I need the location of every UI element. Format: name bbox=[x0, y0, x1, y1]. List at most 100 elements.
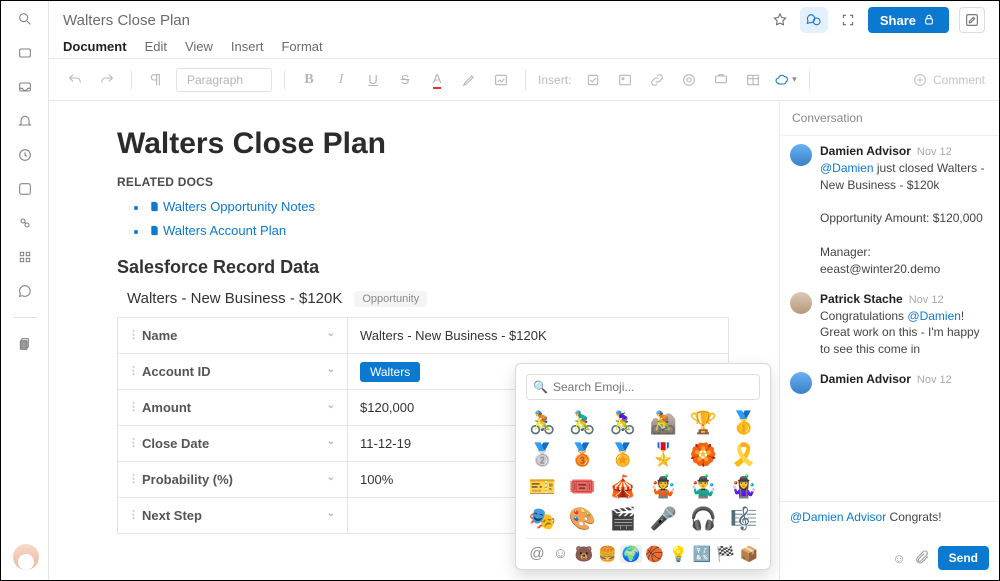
emoji-category-tab[interactable]: @ bbox=[526, 545, 548, 563]
user-avatar[interactable] bbox=[13, 544, 39, 570]
emoji-search-input[interactable] bbox=[526, 374, 760, 400]
conversation-messages: Damien AdvisorNov 12 @Damien just closed… bbox=[780, 136, 999, 501]
emoji-category-tab[interactable]: 🏁 bbox=[714, 545, 736, 563]
emoji-option[interactable]: 🎧 bbox=[689, 508, 717, 530]
menu-edit[interactable]: Edit bbox=[145, 39, 167, 54]
star-icon[interactable] bbox=[770, 10, 790, 30]
emoji-option[interactable]: 🚴 bbox=[528, 412, 556, 434]
salesforce-cloud-button[interactable]: ▾ bbox=[773, 68, 797, 92]
avatar bbox=[790, 144, 812, 166]
emoji-option[interactable]: 🏆 bbox=[689, 412, 717, 434]
table-key-cell: Close Date⌄ bbox=[118, 426, 348, 462]
salesforce-data-heading: Salesforce Record Data bbox=[117, 257, 729, 278]
emoji-category-tab[interactable]: 🐻 bbox=[573, 545, 595, 563]
insert-checkbox-button[interactable] bbox=[581, 68, 605, 92]
table-key-cell: Account ID⌄ bbox=[118, 354, 348, 390]
menu-format[interactable]: Format bbox=[281, 39, 322, 54]
image-button[interactable] bbox=[489, 68, 513, 92]
insert-table-button[interactable] bbox=[741, 68, 765, 92]
emoji-option[interactable]: 🎬 bbox=[609, 508, 637, 530]
related-doc-link[interactable]: Walters Account Plan bbox=[149, 223, 286, 238]
emoji-option[interactable]: 🎭 bbox=[528, 508, 556, 530]
emoji-option[interactable]: 🎟️ bbox=[568, 476, 596, 498]
message-author: Damien Advisor bbox=[820, 144, 911, 158]
task-icon[interactable] bbox=[15, 179, 35, 199]
docs-stack-icon[interactable] bbox=[15, 334, 35, 354]
search-icon[interactable] bbox=[15, 9, 35, 29]
menu-insert[interactable]: Insert bbox=[231, 39, 264, 54]
emoji-icon[interactable]: ☺ bbox=[892, 551, 905, 566]
conversation-message: Damien AdvisorNov 12 @Damien just closed… bbox=[790, 144, 989, 278]
message-text: @Damien just closed Walters - New Busine… bbox=[820, 160, 989, 278]
emoji-option[interactable]: 🎗️ bbox=[730, 444, 758, 466]
expand-icon[interactable] bbox=[838, 10, 858, 30]
emoji-category-tab[interactable]: 💡 bbox=[667, 545, 689, 563]
send-button[interactable]: Send bbox=[938, 546, 989, 570]
insert-image-button[interactable] bbox=[613, 68, 637, 92]
share-button[interactable]: Share bbox=[868, 7, 949, 33]
attachment-icon[interactable] bbox=[914, 549, 930, 568]
insert-link-button[interactable] bbox=[645, 68, 669, 92]
emoji-option[interactable]: 🎨 bbox=[568, 508, 596, 530]
table-value-cell[interactable]: Walters - New Business - $120K bbox=[348, 318, 729, 354]
chat-icon[interactable] bbox=[15, 281, 35, 301]
emoji-category-tab[interactable]: 🌍 bbox=[620, 545, 642, 563]
underline-button[interactable]: U bbox=[361, 68, 385, 92]
apps-icon[interactable] bbox=[15, 247, 35, 267]
emoji-option[interactable]: 🚴‍♀️ bbox=[609, 412, 637, 434]
emoji-category-tab[interactable]: 🍔 bbox=[597, 545, 619, 563]
avatar bbox=[790, 372, 812, 394]
undo-button[interactable] bbox=[63, 68, 87, 92]
emoji-option[interactable]: 🥇 bbox=[730, 412, 758, 434]
related-docs-label: RELATED DOCS bbox=[117, 175, 729, 189]
insert-mention-button[interactable] bbox=[677, 68, 701, 92]
emoji-option[interactable]: 🤹‍♀️ bbox=[730, 476, 758, 498]
italic-button[interactable]: I bbox=[329, 68, 353, 92]
emoji-option[interactable]: 🚴‍♂️ bbox=[568, 412, 596, 434]
insert-slide-button[interactable] bbox=[709, 68, 733, 92]
emoji-option[interactable]: 🎫 bbox=[528, 476, 556, 498]
table-key-cell: Name⌄ bbox=[118, 318, 348, 354]
related-doc-link[interactable]: Walters Opportunity Notes bbox=[149, 199, 315, 214]
emoji-option[interactable]: 🎖️ bbox=[649, 444, 677, 466]
bold-button[interactable]: B bbox=[297, 68, 321, 92]
redo-button[interactable] bbox=[95, 68, 119, 92]
inbox-icon[interactable] bbox=[15, 43, 35, 63]
emoji-option[interactable]: 🥈 bbox=[528, 444, 556, 466]
compose-input[interactable]: @Damien Advisor Congrats! bbox=[790, 510, 989, 540]
menu-document[interactable]: Document bbox=[63, 39, 127, 54]
text-color-button[interactable]: A bbox=[425, 68, 449, 92]
table-row: Name⌄Walters - New Business - $120K bbox=[118, 318, 729, 354]
strike-button[interactable]: S bbox=[393, 68, 417, 92]
compose-area: @Damien Advisor Congrats! ☺ Send bbox=[780, 501, 999, 580]
emoji-category-tab[interactable]: 📦 bbox=[738, 545, 760, 563]
emoji-option[interactable]: 🎼 bbox=[730, 508, 758, 530]
bell-icon[interactable] bbox=[15, 111, 35, 131]
table-key-cell: Amount⌄ bbox=[118, 390, 348, 426]
emoji-category-tab[interactable]: 🏀 bbox=[644, 545, 666, 563]
conversation-panel: Conversation Damien AdvisorNov 12 @Damie… bbox=[779, 101, 999, 580]
emoji-option[interactable]: 🏵️ bbox=[689, 444, 717, 466]
paragraph-style-select[interactable]: Paragraph bbox=[176, 68, 272, 92]
message-text: Congratulations @Damien! Great work on t… bbox=[820, 308, 989, 358]
emoji-option[interactable]: 🏅 bbox=[609, 444, 637, 466]
paragraph-icon[interactable] bbox=[144, 68, 168, 92]
emoji-option[interactable]: 🚵 bbox=[649, 412, 677, 434]
emoji-option[interactable]: 🎪 bbox=[609, 476, 637, 498]
emoji-category-tab[interactable]: 🔣 bbox=[691, 545, 713, 563]
compose-icon[interactable] bbox=[959, 7, 985, 33]
highlight-button[interactable] bbox=[457, 68, 481, 92]
conversation-toggle-icon[interactable] bbox=[800, 7, 828, 33]
emoji-option[interactable]: 🤹‍♂️ bbox=[689, 476, 717, 498]
emoji-category-tab[interactable]: ☺ bbox=[550, 545, 572, 563]
file-tray-icon[interactable] bbox=[15, 77, 35, 97]
emoji-option[interactable]: 🥉 bbox=[568, 444, 596, 466]
account-pill[interactable]: Walters bbox=[360, 362, 420, 382]
comment-button[interactable]: Comment bbox=[912, 72, 985, 88]
clock-icon[interactable] bbox=[15, 145, 35, 165]
link-icon[interactable] bbox=[15, 213, 35, 233]
menu-view[interactable]: View bbox=[185, 39, 213, 54]
emoji-option[interactable]: 🤹 bbox=[649, 476, 677, 498]
emoji-option[interactable]: 🎤 bbox=[649, 508, 677, 530]
table-key-cell: Next Step⌄ bbox=[118, 498, 348, 534]
